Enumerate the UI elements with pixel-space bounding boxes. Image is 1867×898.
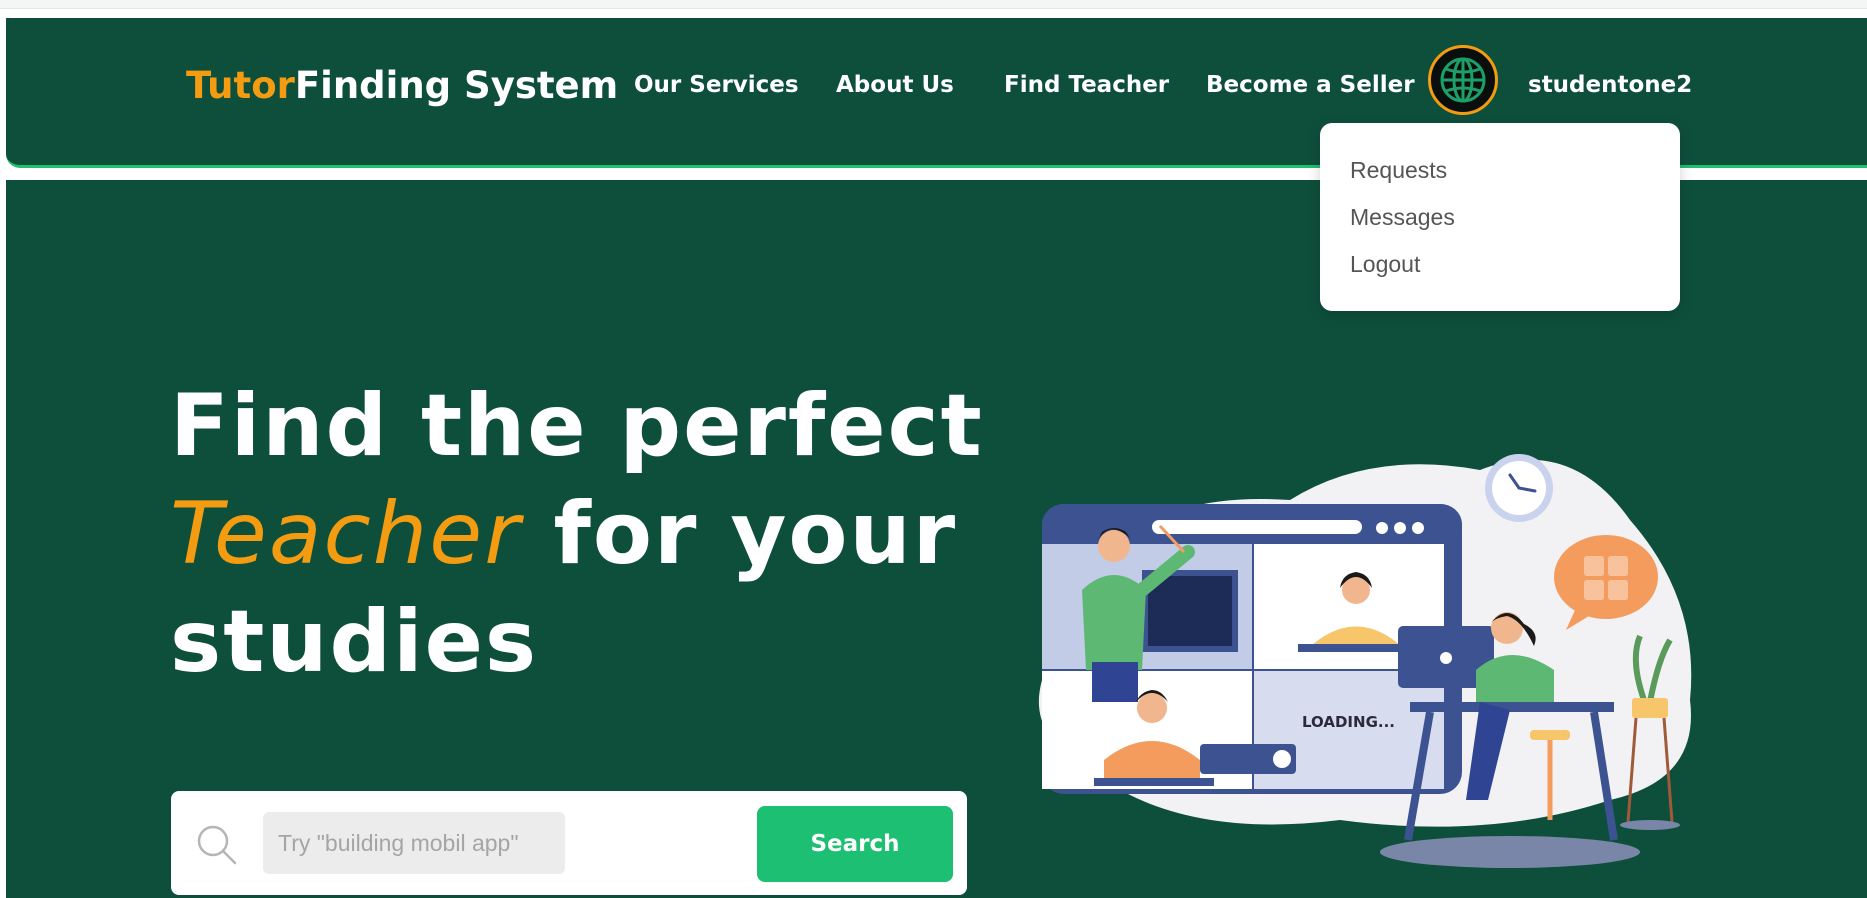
hero-headline: Find the perfect Teacher for your studie… xyxy=(170,372,984,696)
nav-our-services[interactable]: Our Services xyxy=(634,72,799,98)
headline-teacher-word: Teacher xyxy=(170,484,522,584)
browser-top-strip xyxy=(0,0,1867,9)
headline-line-2: for your xyxy=(521,484,958,584)
dropdown-item-logout[interactable]: Logout xyxy=(1350,251,1420,278)
search-icon xyxy=(197,825,237,865)
loading-label: LOADING... xyxy=(1302,713,1395,731)
online-tutoring-illustration: LOADING... xyxy=(1038,454,1692,868)
headline-line-1: Find the perfect xyxy=(170,376,984,476)
nav-about-us[interactable]: About Us xyxy=(836,72,954,98)
site-logo[interactable]: TutorFinding System xyxy=(186,64,618,107)
search-input[interactable] xyxy=(263,812,565,874)
globe-icon xyxy=(1440,57,1486,103)
username-menu[interactable]: studentone2 xyxy=(1528,72,1692,98)
search-button[interactable]: Search xyxy=(757,806,953,882)
logo-rest-text: Finding System xyxy=(294,64,619,107)
dropdown-item-requests[interactable]: Requests xyxy=(1350,157,1447,184)
dropdown-item-messages[interactable]: Messages xyxy=(1350,204,1455,231)
nav-find-teacher[interactable]: Find Teacher xyxy=(1004,72,1169,98)
user-dropdown-menu: Requests Messages Logout xyxy=(1320,123,1680,311)
avatar[interactable] xyxy=(1428,45,1498,115)
headline-line-3: studies xyxy=(170,592,539,692)
logo-accent-text: Tutor xyxy=(186,64,295,107)
search-bar: Search xyxy=(171,791,967,895)
nav-become-seller[interactable]: Become a Seller xyxy=(1206,72,1415,98)
